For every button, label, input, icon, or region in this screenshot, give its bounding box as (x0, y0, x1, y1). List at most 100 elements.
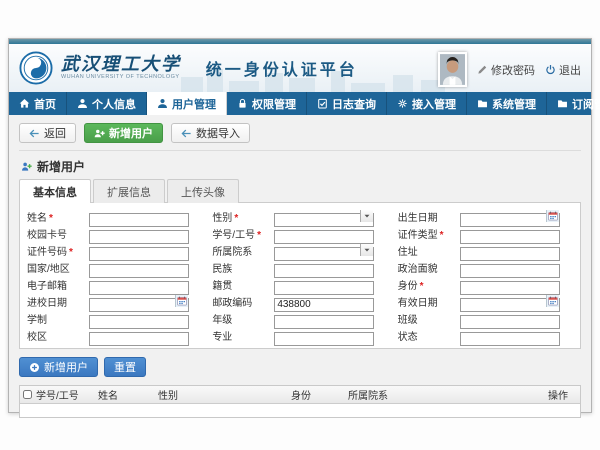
university-logo-icon (19, 51, 53, 85)
nav-item-system-management[interactable]: 系统管理 (467, 92, 547, 115)
form-field-email: 电子邮箱 (27, 277, 202, 291)
field-label: 住址 (398, 243, 460, 258)
form-field-country: 国家/地区 (27, 260, 202, 274)
campus-input[interactable] (89, 332, 189, 346)
form-field-gender: 性别* (212, 209, 387, 223)
political-status-input[interactable] (460, 264, 560, 278)
back-arrow-icon (29, 128, 40, 139)
back-button[interactable]: 返回 (19, 123, 76, 143)
field-label: 证件类型* (398, 226, 460, 241)
col-identity: 身份 (289, 387, 346, 402)
nav-item-log-query[interactable]: 日志查询 (307, 92, 387, 115)
select-all-checkbox[interactable] (23, 390, 32, 399)
gear-icon (397, 98, 408, 109)
folder-icon (477, 98, 488, 109)
tab-bar: 基本信息 扩展信息 上传头像 (19, 179, 581, 202)
change-password-link[interactable]: 修改密码 (477, 62, 535, 78)
nav-label: 首页 (34, 96, 56, 112)
required-mark: * (234, 213, 238, 224)
change-password-label: 修改密码 (491, 62, 535, 78)
field-label: 邮政编码 (212, 294, 274, 309)
calendar-icon[interactable] (546, 295, 559, 307)
field-label: 证件号码* (27, 243, 89, 258)
submit-add-user-button[interactable]: 新增用户 (19, 357, 98, 377)
tab-upload-avatar[interactable]: 上传头像 (167, 179, 239, 203)
class-input[interactable] (460, 315, 560, 329)
native-place-input[interactable] (274, 281, 374, 295)
reset-label: 重置 (114, 359, 136, 375)
field-label: 进校日期 (27, 294, 89, 309)
plus-circle-icon (29, 362, 40, 373)
campus-card-input[interactable] (89, 230, 189, 244)
col-student-id: 学号/工号 (34, 387, 96, 402)
form-field-political-status: 政治面貌 (398, 260, 573, 274)
submit-label: 新增用户 (44, 359, 88, 375)
field-label: 身份* (398, 277, 460, 292)
select-all-cell (20, 390, 34, 399)
content-area: 返回 新增用户 数据导入 新增用户 基本信息 扩展信息 上传头像 姓 (9, 115, 591, 412)
table-header-row: 学号/工号 姓名 性别 身份 所属院系 操作 (20, 386, 580, 404)
field-label: 班级 (398, 311, 460, 326)
calendar-icon[interactable] (546, 210, 559, 222)
schooling-length-input[interactable] (89, 315, 189, 329)
nav-item-home[interactable]: 首页 (9, 92, 67, 115)
form-field-schooling-length: 学制 (27, 311, 202, 325)
id-type-input[interactable] (460, 230, 560, 244)
ethnicity-input[interactable] (274, 264, 374, 278)
nav-item-permission-management[interactable]: 权限管理 (227, 92, 307, 115)
users-icon (157, 98, 168, 109)
university-name-cn: 武汉理工大学 (61, 56, 190, 74)
form-field-identity: 身份* (398, 277, 573, 291)
section-header: 新增用户 (19, 151, 581, 179)
pencil-icon (477, 64, 488, 75)
nav-item-personal-info[interactable]: 个人信息 (67, 92, 147, 115)
postal-code-input[interactable] (274, 298, 374, 312)
form-actions: 新增用户 重置 (19, 349, 581, 385)
col-gender: 性别 (156, 387, 289, 402)
email-input[interactable] (89, 281, 189, 295)
log-check-icon (317, 98, 328, 109)
chevron-down-icon[interactable] (360, 244, 373, 256)
logout-link[interactable]: 退出 (545, 62, 581, 78)
reset-button[interactable]: 重置 (104, 357, 146, 377)
nav-item-user-management[interactable]: 用户管理 (147, 92, 227, 115)
grade-input[interactable] (274, 315, 374, 329)
major-input[interactable] (274, 332, 374, 346)
form-field-major: 专业 (212, 328, 387, 342)
person-icon (77, 98, 88, 109)
app-window: 武汉理工大学 WUHAN UNIVERSITY OF TECHNOLOGY 统一… (8, 38, 592, 413)
col-operation: 操作 (546, 387, 580, 402)
country-input[interactable] (89, 264, 189, 278)
birth-date-input[interactable] (460, 213, 560, 227)
department-select[interactable] (274, 247, 374, 261)
field-label: 专业 (212, 328, 274, 343)
nav-label: 日志查询 (332, 96, 376, 112)
nav-label: 订阅管理 (572, 96, 600, 112)
form-field-class: 班级 (398, 311, 573, 325)
nav-label: 权限管理 (252, 96, 296, 112)
add-user-toolbar-button[interactable]: 新增用户 (84, 123, 163, 143)
nav-item-access-management[interactable]: 接入管理 (387, 92, 467, 115)
tab-extended-info[interactable]: 扩展信息 (93, 179, 165, 203)
student-id-input[interactable] (274, 230, 374, 244)
tab-basic-info[interactable]: 基本信息 (19, 179, 91, 203)
address-input[interactable] (460, 247, 560, 261)
form-field-birth-date: 出生日期 (398, 209, 573, 223)
calendar-icon[interactable] (175, 295, 188, 307)
back-label: 返回 (44, 125, 66, 141)
data-import-button[interactable]: 数据导入 (171, 123, 250, 143)
form-column-3: 出生日期 证件类型* 住址 政治面貌 身份* (393, 209, 578, 342)
form-column-1: 姓名* 校园卡号 证件号码* 国家/地区 电子邮箱 (22, 209, 207, 342)
status-input[interactable] (460, 332, 560, 346)
valid-date-input[interactable] (460, 298, 560, 312)
gender-select[interactable] (274, 213, 374, 227)
identity-input[interactable] (460, 281, 560, 295)
id-number-input[interactable] (89, 247, 189, 261)
field-label: 校区 (27, 328, 89, 343)
section-title: 新增用户 (37, 158, 85, 175)
entry-date-input[interactable] (89, 298, 189, 312)
chevron-down-icon[interactable] (360, 210, 373, 222)
name-input[interactable] (89, 213, 189, 227)
university-name-block: 武汉理工大学 WUHAN UNIVERSITY OF TECHNOLOGY (61, 56, 190, 80)
nav-item-subscription-management[interactable]: 订阅管理 (547, 92, 600, 115)
